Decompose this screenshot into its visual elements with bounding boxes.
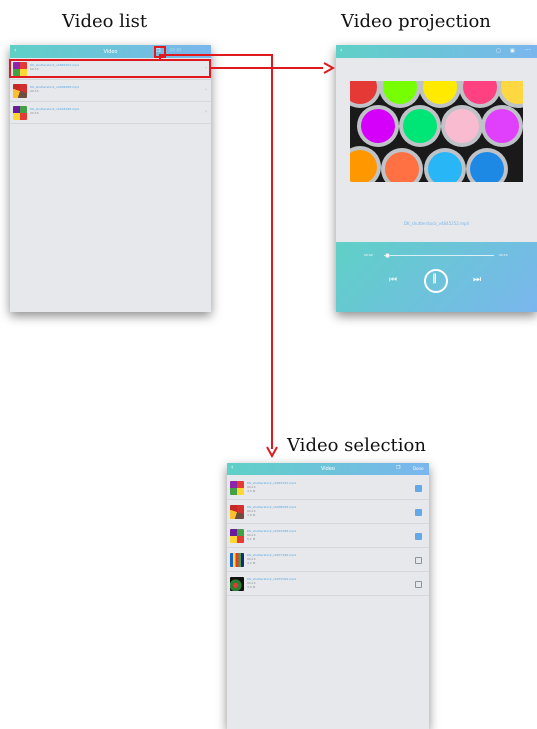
select-checkbox[interactable] [415, 581, 422, 588]
list-item-meta: 00:15 [30, 89, 39, 93]
list-item-text: DK_shutterstock_v4006058.mp4 00:15 3.8 M [247, 505, 296, 517]
player-controls: 00:00 00:15 ⏮ ‖ ⏭ [336, 242, 537, 312]
select-checkbox[interactable] [415, 485, 422, 492]
list-item[interactable]: DK_shutterstock_v4877496.mp4 00:15 4.2 M [227, 549, 429, 572]
video-thumbnail [230, 553, 244, 567]
video-thumbnail [230, 505, 244, 519]
chevron-right-icon: › [205, 87, 207, 93]
select-checkbox[interactable] [415, 509, 422, 516]
arrow-line [159, 54, 273, 56]
video-frame [350, 81, 523, 182]
list-item[interactable]: DK_shutterstock_v4018188.mp4 00:15 › [10, 103, 211, 124]
video-list-screen: ‹ Video ❐ ▭ ▭ DK_shutterstock_v4845252.m… [10, 45, 211, 312]
list-item-size: 3.8 M [247, 513, 256, 517]
video-thumbnail [13, 84, 27, 98]
current-time: 00:00 [364, 253, 373, 257]
list-item[interactable]: DK_shutterstock_v4006058.mp4 00:15 3.8 M [227, 501, 429, 524]
stop-projection-icon[interactable]: ▢ [496, 48, 501, 54]
caption-video-projection: Video projection [341, 11, 491, 32]
video-list-header: ‹ Video ❐ ▭ ▭ [10, 45, 211, 58]
more-icon[interactable]: ▭ ▭ [170, 47, 181, 53]
list-item[interactable]: DK_shutterstock_v4845252.mp4 00:15 4.5 M [227, 477, 429, 500]
seek-knob[interactable] [385, 253, 391, 258]
highlight-box-video-item [9, 59, 211, 78]
multi-select-icon[interactable]: ❐ [396, 465, 400, 471]
back-icon[interactable]: ‹ [340, 47, 342, 54]
list-item-meta: 00:15 [30, 111, 39, 115]
skip-next-icon[interactable]: ⏭ [473, 275, 481, 285]
video-thumbnail [13, 106, 27, 120]
done-button[interactable]: Done [413, 466, 424, 471]
list-item-size: 3.9 M [247, 585, 256, 589]
video-thumbnail [230, 529, 244, 543]
arrow-line [271, 54, 273, 449]
list-item[interactable]: DK_shutterstock_v4006058.mp4 00:15 › [10, 81, 211, 102]
list-item[interactable]: DK_shutterstock_v4018188.mp4 00:15 5.1 M [227, 525, 429, 548]
arrowhead-right-icon [323, 62, 335, 74]
list-item-text: DK_shutterstock_v4018188.mp4 00:15 [30, 107, 79, 115]
list-item-text: DK_shutterstock_v4845252.mp4 00:15 4.5 M [247, 481, 296, 493]
list-item[interactable]: DK_shutterstock_v4937009.mp4 00:15 3.9 M [227, 573, 429, 596]
video-projection-screen: ‹ ▢ ▣ ··· DK_shutterstock_v4845252.mp4 0… [336, 45, 537, 312]
projection-header: ‹ ▢ ▣ ··· [336, 45, 537, 58]
video-thumbnail [230, 481, 244, 495]
mirror-icon[interactable]: ▣ [510, 48, 515, 54]
list-item-text: DK_shutterstock_v4018188.mp4 00:15 5.1 M [247, 529, 296, 541]
pause-button[interactable]: ‖ [424, 269, 448, 293]
pause-icon: ‖ [432, 273, 437, 284]
list-item-size: 4.2 M [247, 561, 256, 565]
more-icon[interactable]: ··· [525, 47, 531, 54]
list-item-text: DK_shutterstock_v4877496.mp4 00:15 4.2 M [247, 553, 296, 565]
arrow-line [211, 67, 323, 69]
chevron-right-icon: › [205, 109, 207, 115]
list-item-size: 4.5 M [247, 489, 256, 493]
select-checkbox[interactable] [415, 533, 422, 540]
video-thumbnail [230, 577, 244, 591]
total-time: 00:15 [499, 253, 508, 257]
caption-video-list: Video list [62, 11, 148, 32]
list-item-text: DK_shutterstock_v4006058.mp4 00:15 [30, 85, 79, 93]
select-checkbox[interactable] [415, 557, 422, 564]
skip-previous-icon[interactable]: ⏮ [389, 275, 397, 285]
selection-header: ‹ Video ❐ Done [227, 463, 429, 475]
video-selection-screen: ‹ Video ❐ Done DK_shutterstock_v4845252.… [227, 463, 429, 729]
projection-filename: DK_shutterstock_v4845252.mp4 [403, 221, 470, 226]
list-item-text: DK_shutterstock_v4937009.mp4 00:15 3.9 M [247, 577, 296, 589]
seek-bar[interactable] [384, 253, 494, 258]
arrowhead-down-icon [266, 446, 278, 458]
caption-video-selection: Video selection [287, 435, 426, 456]
list-item-size: 5.1 M [247, 537, 256, 541]
